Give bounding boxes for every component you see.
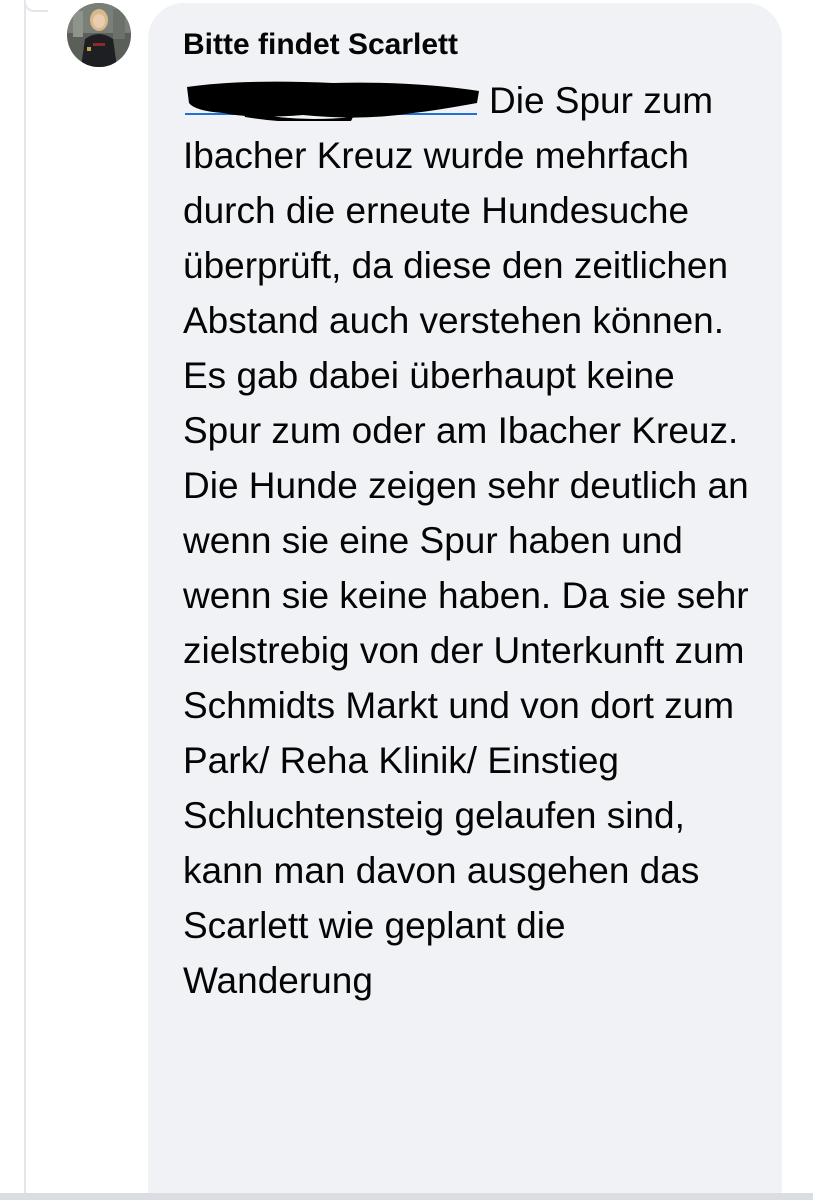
thread-connector-curve — [24, 0, 48, 12]
comment-author-name[interactable]: Bitte findet Scarlett — [183, 27, 758, 63]
comment-text: Die Spur zum Ibacher Kreuz wurde mehrfac… — [183, 80, 749, 1001]
avatar[interactable] — [67, 3, 131, 67]
comment-bubble: Bitte findet Scarlett Die Spur zum Ibach… — [148, 3, 782, 1200]
redaction-mark — [187, 81, 479, 121]
screen-bottom-edge — [0, 1193, 813, 1200]
profile-photo-icon — [67, 3, 131, 67]
thread-connector-line — [24, 0, 26, 1200]
mentioned-user-link[interactable] — [183, 77, 483, 121]
comment-thread: Bitte findet Scarlett Die Spur zum Ibach… — [0, 0, 813, 1200]
comment-body: Die Spur zum Ibacher Kreuz wurde mehrfac… — [183, 73, 758, 1008]
